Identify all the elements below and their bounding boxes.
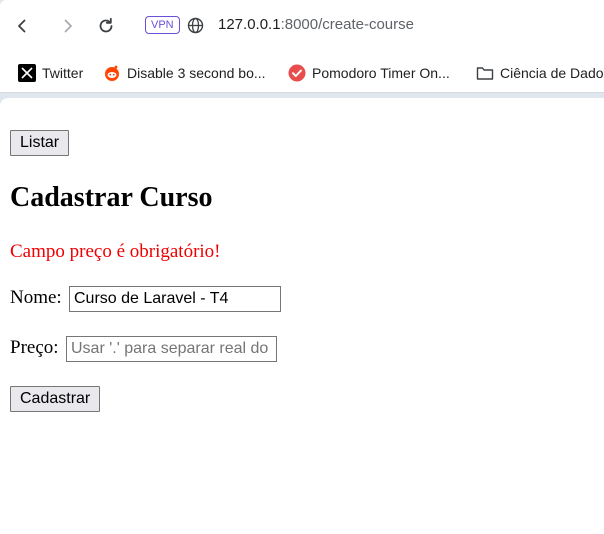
- bookmark-label: Ciência de Dado: [500, 65, 604, 81]
- arrow-left-icon: [18, 19, 26, 33]
- submit-button[interactable]: Cadastrar: [10, 386, 101, 412]
- name-input[interactable]: [69, 286, 281, 312]
- bookmark-label: Disable 3 second bo...: [127, 65, 266, 81]
- bookmark-label: Twitter: [42, 65, 84, 81]
- site-info-icon[interactable]: [187, 17, 204, 34]
- url-host: 127.0.0.1: [218, 16, 281, 33]
- vpn-badge[interactable]: VPN: [145, 16, 180, 34]
- reload-icon: [99, 17, 113, 33]
- list-button[interactable]: Listar: [10, 130, 70, 156]
- bookmark-folder-ciencia-de-dados[interactable]: Ciência de Dado: [476, 62, 604, 84]
- pomodoro-check-icon: [288, 64, 306, 82]
- page-content: Listar Cadastrar Curso Campo preço é obr…: [0, 98, 604, 534]
- reload-button[interactable]: [92, 12, 120, 40]
- bookmark-twitter[interactable]: Twitter: [18, 62, 83, 84]
- error-message: Campo preço é obrigatório!: [10, 241, 221, 262]
- name-label: Nome:: [10, 287, 62, 308]
- folder-icon: [476, 64, 494, 82]
- url-path: :8000/create-course: [280, 16, 414, 33]
- forward-button[interactable]: [54, 12, 82, 40]
- bookmark-pomodoro-timer[interactable]: Pomodoro Timer On...: [288, 62, 450, 84]
- price-label: Preço:: [10, 337, 59, 358]
- bookmark-disable-3-second[interactable]: Disable 3 second bo...: [103, 62, 266, 84]
- back-button[interactable]: [8, 12, 36, 40]
- reddit-icon: [103, 64, 121, 82]
- x-logo-icon: [18, 64, 36, 82]
- page-title: Cadastrar Curso: [10, 182, 213, 213]
- browser-toolbar: VPN 127.0.0.1:8000/create-course: [0, 0, 604, 52]
- arrow-right-icon: [64, 19, 72, 33]
- price-input[interactable]: [66, 336, 277, 362]
- bookmarks-bar: Twitter Disable 3 second bo... Pomodoro …: [0, 52, 604, 93]
- address-bar[interactable]: 127.0.0.1:8000/create-course: [218, 16, 414, 33]
- bookmark-label: Pomodoro Timer On...: [312, 65, 450, 81]
